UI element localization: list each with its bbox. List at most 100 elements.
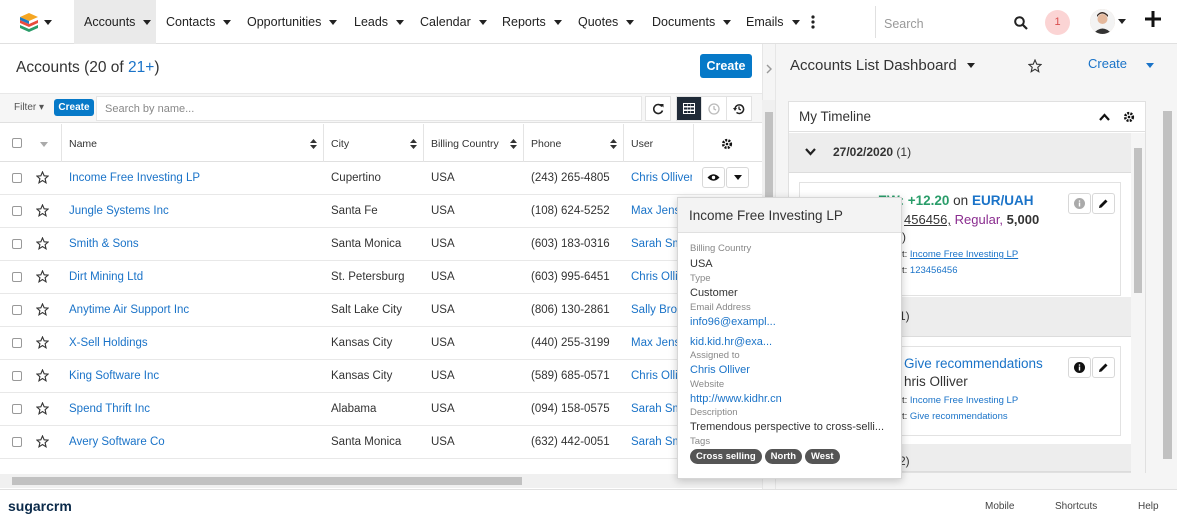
- tab-label: Contacts: [166, 15, 216, 29]
- gear-icon[interactable]: [1123, 111, 1135, 123]
- email-link[interactable]: info96@exampl...: [690, 316, 776, 328]
- account-name-link[interactable]: X-Sell Holdings: [69, 337, 319, 349]
- favorite-star-icon[interactable]: [36, 336, 49, 349]
- tab-documents[interactable]: Documents: [642, 0, 732, 44]
- select-all-checkbox[interactable]: [12, 138, 22, 148]
- favorite-star-icon[interactable]: [36, 303, 49, 316]
- app-menu-button[interactable]: [12, 8, 56, 36]
- account-name-link[interactable]: Avery Software Co: [69, 436, 319, 448]
- favorite-star-icon[interactable]: [36, 171, 49, 184]
- chevron-right-icon[interactable]: [766, 64, 773, 74]
- account-name-link[interactable]: Income Free Investing LP: [69, 172, 319, 184]
- search-input[interactable]: Search: [884, 17, 924, 31]
- row-checkbox[interactable]: [12, 437, 22, 447]
- tab-accounts[interactable]: Accounts: [74, 0, 156, 44]
- account-name-link[interactable]: Spend Thrift Inc: [69, 403, 319, 415]
- column-header-user[interactable]: User: [624, 124, 694, 162]
- tag-pill[interactable]: Cross selling: [690, 449, 762, 464]
- chevron-down-icon[interactable]: [1146, 63, 1154, 68]
- edit-button[interactable]: [1092, 193, 1115, 214]
- list-view-button[interactable]: [676, 96, 702, 121]
- row-checkbox[interactable]: [12, 404, 22, 414]
- favorite-star-icon[interactable]: [36, 270, 49, 283]
- timeline-date-group[interactable]: 27/02/2020 (1): [789, 133, 1131, 173]
- chevron-up-icon[interactable]: [1099, 113, 1110, 121]
- search-by-name-input[interactable]: Search by name...: [96, 96, 642, 121]
- record-count-link[interactable]: 21+: [128, 59, 154, 76]
- favorite-star-icon[interactable]: [1028, 59, 1042, 73]
- user-avatar[interactable]: [1090, 9, 1115, 34]
- favorite-star-icon[interactable]: [36, 435, 49, 448]
- recent-view-button[interactable]: [726, 96, 752, 121]
- timeline-scrollbar[interactable]: [1131, 133, 1145, 473]
- refresh-button[interactable]: [645, 96, 671, 121]
- tab-quotes[interactable]: Quotes: [568, 0, 635, 44]
- tab-opportunities[interactable]: Opportunities: [237, 0, 338, 44]
- tab-emails[interactable]: Emails: [736, 0, 800, 44]
- record-number[interactable]: 456456,: [904, 212, 951, 227]
- tab-leads[interactable]: Leads: [344, 0, 405, 44]
- assigned-user-link[interactable]: Chris Olliver: [690, 364, 750, 376]
- column-header-billing-country[interactable]: Billing Country: [424, 124, 524, 162]
- row-checkbox[interactable]: [12, 371, 22, 381]
- filter-create-button[interactable]: Create: [54, 99, 94, 116]
- row-checkbox[interactable]: [12, 305, 22, 315]
- favorite-star-icon[interactable]: [36, 237, 49, 250]
- favorite-star-icon[interactable]: [36, 204, 49, 217]
- tab-contacts[interactable]: Contacts: [156, 0, 232, 44]
- tab-calendar[interactable]: Calendar: [410, 0, 487, 44]
- column-header-name[interactable]: Name: [62, 124, 324, 162]
- dashboard-scrollbar[interactable]: [1160, 96, 1174, 491]
- account-name-link[interactable]: Jungle Systems Inc: [69, 205, 319, 217]
- help-link[interactable]: Help: [1138, 501, 1159, 512]
- horizontal-scrollbar[interactable]: [0, 474, 762, 488]
- record-link[interactable]: 123456456: [910, 265, 958, 276]
- column-settings[interactable]: [694, 124, 762, 162]
- row-checkbox[interactable]: [12, 239, 22, 249]
- row-checkbox[interactable]: [12, 338, 22, 348]
- create-button[interactable]: Create: [700, 54, 752, 78]
- task-title[interactable]: Give recommendations: [904, 356, 1043, 371]
- shortcuts-link[interactable]: Shortcuts: [1055, 501, 1097, 512]
- activity-view-button[interactable]: [701, 96, 727, 121]
- row-checkbox[interactable]: [12, 206, 22, 216]
- row-checkbox[interactable]: [12, 272, 22, 282]
- tag-pill[interactable]: North: [764, 449, 802, 464]
- tag-pill[interactable]: West: [805, 449, 840, 464]
- website-link[interactable]: http://www.kidhr.cn: [690, 393, 782, 405]
- chevron-down-icon[interactable]: [40, 142, 48, 147]
- scrollbar-thumb[interactable]: [1134, 148, 1142, 293]
- scrollbar-thumb[interactable]: [1163, 111, 1172, 459]
- favorite-star-icon[interactable]: [36, 369, 49, 382]
- dashboard-create-button[interactable]: Create: [1088, 56, 1127, 71]
- global-search[interactable]: Search: [875, 6, 1039, 38]
- record-link[interactable]: Give recommendations: [910, 411, 1008, 422]
- search-icon[interactable]: [1014, 16, 1028, 30]
- chevron-down-icon[interactable]: [1118, 19, 1126, 24]
- column-header-city[interactable]: City: [324, 124, 424, 162]
- mobile-link[interactable]: Mobile: [985, 501, 1014, 512]
- account-name-link[interactable]: Smith & Sons: [69, 238, 319, 250]
- tab-reports[interactable]: Reports: [492, 0, 562, 44]
- account-name-link[interactable]: King Software Inc: [69, 370, 319, 382]
- account-name-link[interactable]: Dirt Mining Ltd: [69, 271, 319, 283]
- related-link[interactable]: Income Free Investing LP: [910, 249, 1018, 260]
- favorite-star-icon[interactable]: [36, 402, 49, 415]
- notifications-badge[interactable]: 1: [1045, 10, 1070, 35]
- info-button[interactable]: [1068, 357, 1091, 378]
- email-link[interactable]: kid.kid.hr@exa...: [690, 336, 772, 348]
- row-actions-dropdown[interactable]: [726, 167, 749, 188]
- filter-dropdown[interactable]: Filter ▾: [14, 102, 44, 113]
- preview-button[interactable]: [702, 167, 725, 188]
- related-link[interactable]: Income Free Investing LP: [910, 395, 1018, 406]
- info-button[interactable]: [1068, 193, 1091, 214]
- quick-create-plus-icon[interactable]: [1145, 11, 1161, 27]
- column-header-phone[interactable]: Phone: [524, 124, 624, 162]
- more-tabs-button[interactable]: [810, 12, 816, 30]
- row-checkbox[interactable]: [12, 173, 22, 183]
- dashboard-title[interactable]: Accounts List Dashboard: [790, 57, 975, 74]
- edit-button[interactable]: [1092, 357, 1115, 378]
- user-link[interactable]: Chris Olliver: [631, 172, 692, 184]
- scrollbar-thumb[interactable]: [12, 477, 522, 485]
- account-name-link[interactable]: Anytime Air Support Inc: [69, 304, 319, 316]
